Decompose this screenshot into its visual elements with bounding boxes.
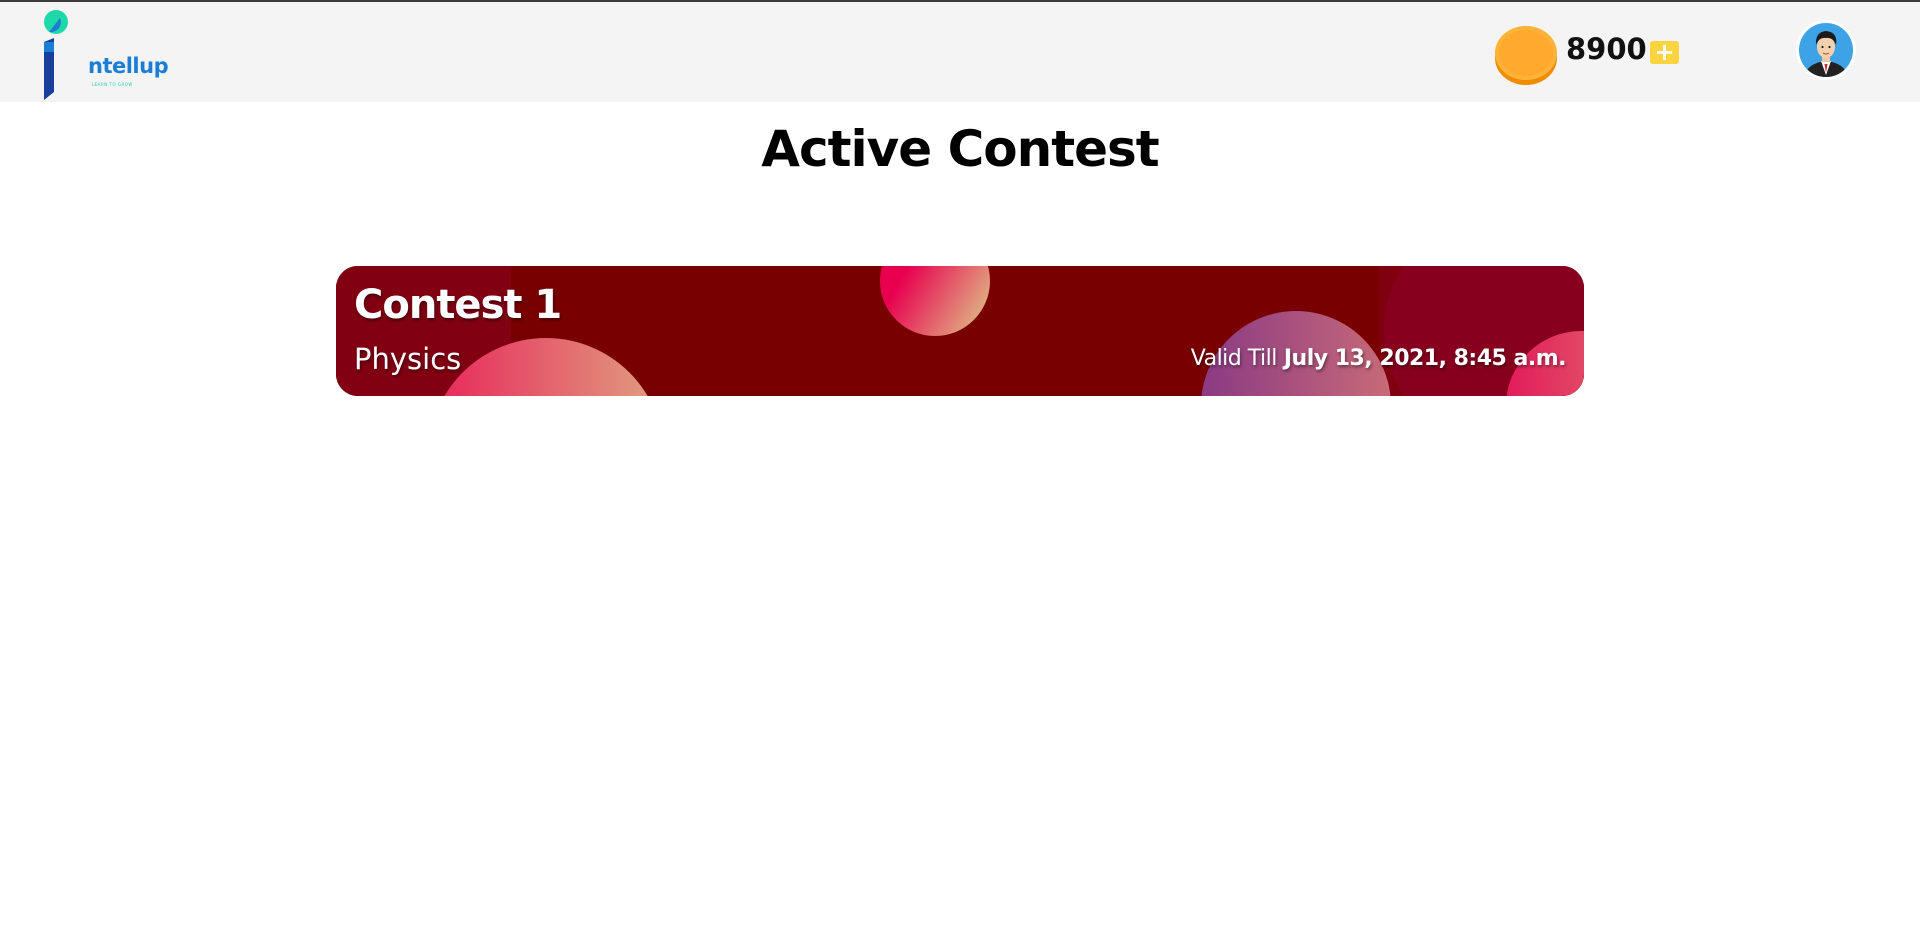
contest-validity: Valid Till July 13, 2021, 8:45 a.m.	[1190, 346, 1567, 371]
intellup-logo[interactable]: ntellup LEARN TO GROW	[40, 8, 169, 100]
coin-icon	[1493, 22, 1559, 86]
contest-card[interactable]: Contest 1 Physics Valid Till July 13, 20…	[336, 266, 1584, 396]
contest-name: Contest 1	[354, 282, 562, 328]
valid-till-date: July 13, 2021, 8:45 a.m.	[1283, 346, 1567, 371]
user-avatar-icon[interactable]	[1795, 19, 1857, 81]
add-coins-button[interactable]: +	[1650, 40, 1679, 64]
coin-balance: 8900	[1566, 32, 1647, 66]
top-header: ntellup LEARN TO GROW 8900 +	[0, 2, 1920, 102]
logo-tagline: LEARN TO GROW	[92, 82, 133, 87]
logo-wordmark: ntellup	[88, 54, 169, 78]
contest-subject: Physics	[354, 342, 462, 376]
valid-till-label: Valid Till	[1190, 346, 1278, 371]
page-title: Active Contest	[761, 120, 1159, 178]
